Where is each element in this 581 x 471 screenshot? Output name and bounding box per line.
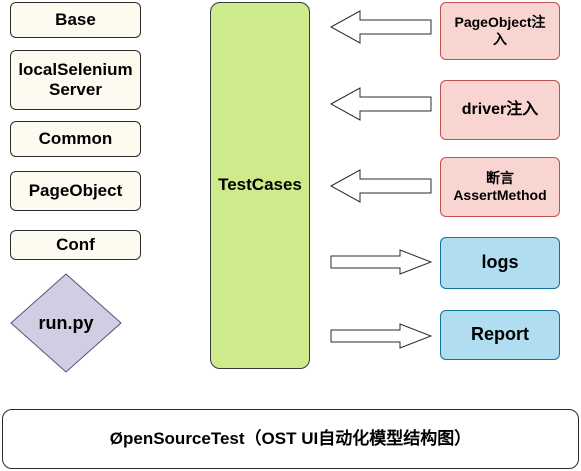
assert-method-label: 断言 AssertMethod: [453, 170, 546, 204]
report-label: Report: [471, 324, 529, 345]
page-object-inject-line1: PageObject注: [454, 14, 546, 31]
assert-line2: AssertMethod: [453, 187, 547, 203]
page-object-label: PageObject: [28, 180, 123, 200]
page-object-box: PageObject: [10, 171, 141, 211]
right-block-arrow-icon: [330, 249, 432, 275]
test-cases-box: TestCases: [210, 2, 310, 369]
page-object-inject-label: PageObject注 入: [454, 14, 545, 48]
assert-method-box: 断言 AssertMethod: [440, 157, 560, 217]
run-py-label: run.py: [38, 312, 94, 333]
left-block-arrow-icon: [330, 10, 432, 44]
page-object-inject-box: PageObject注 入: [440, 2, 560, 60]
local-selenium-line1: localSelenium: [18, 59, 133, 79]
right-block-arrow-icon: [330, 323, 432, 349]
base-box: Base: [10, 2, 141, 38]
local-selenium-line2: Server: [49, 80, 102, 99]
common-label: Common: [38, 128, 113, 148]
logs-label: logs: [481, 252, 519, 273]
common-box: Common: [10, 121, 141, 157]
run-py-diamond: run.py: [10, 273, 122, 373]
left-block-arrow-icon: [330, 87, 432, 121]
local-selenium-server-label: localSelenium Server: [18, 60, 132, 101]
assert-line1: 断言: [485, 170, 514, 187]
test-cases-label: TestCases: [218, 175, 302, 195]
diagram-caption: ØpenSourceTest（OST UI自动化模型结构图）: [109, 428, 472, 448]
driver-inject-label: driver注入: [461, 101, 539, 119]
logs-box: logs: [440, 237, 560, 289]
base-label: Base: [55, 9, 96, 29]
local-selenium-server-box: localSelenium Server: [10, 50, 141, 110]
conf-label: Conf: [56, 234, 95, 254]
conf-box: Conf: [10, 230, 141, 260]
diagram-caption-box: ØpenSourceTest（OST UI自动化模型结构图）: [2, 409, 579, 469]
driver-inject-box: driver注入: [440, 80, 560, 140]
page-object-inject-line2: 入: [493, 31, 507, 47]
left-block-arrow-icon: [330, 169, 432, 203]
report-box: Report: [440, 310, 560, 360]
